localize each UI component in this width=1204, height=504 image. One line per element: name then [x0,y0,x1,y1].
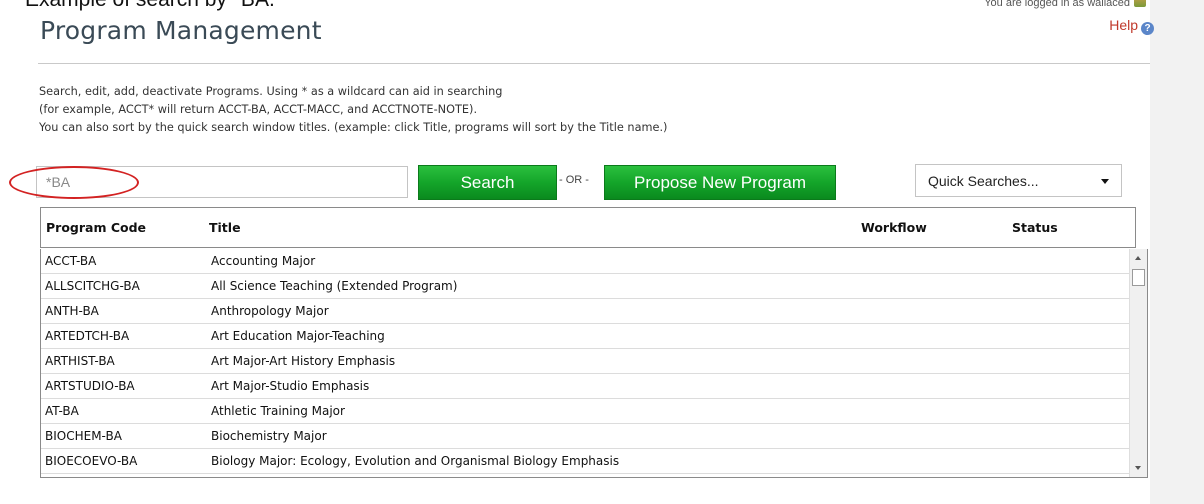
description-line-2: (for example, ACCT* will return ACCT-BA,… [39,103,478,116]
page-description: Search, edit, add, deactivate Programs. … [39,83,667,137]
table-scrollbar[interactable] [1129,249,1147,477]
column-header-workflow[interactable]: Workflow [861,220,927,235]
page-title: Program Management [40,16,322,45]
page-gutter [1150,0,1204,504]
program-title-cell: Art Major-Studio Emphasis [211,379,370,393]
propose-new-program-button[interactable]: Propose New Program [604,165,836,200]
table-row[interactable]: ACCT-BA Accounting Major [41,249,1129,274]
program-title-cell: Art Major-Art History Emphasis [211,354,396,368]
table-row[interactable]: BIOECOEVO-BA Biology Major: Ecology, Evo… [41,449,1129,474]
program-code-cell: ALLSCITCHG-BA [45,279,140,293]
scroll-down-icon[interactable] [1135,466,1141,470]
scroll-up-icon[interactable] [1135,256,1141,260]
program-code-cell: ANTH-BA [45,304,99,318]
table-row[interactable]: ARTSTUDIO-BA Art Major-Studio Emphasis [41,374,1129,399]
user-icon [1134,0,1146,7]
program-title-cell: Biochemistry Major [211,429,327,443]
program-code-cell: ARTEDTCH-BA [45,329,130,343]
column-header-title[interactable]: Title [209,220,241,235]
program-title-cell: Athletic Training Major [211,404,345,418]
help-link[interactable]: Help? [1109,17,1154,35]
program-title-cell: Accounting Major [211,254,316,268]
description-line-1: Search, edit, add, deactivate Programs. … [39,85,503,98]
results-table: ACCT-BA Accounting Major ALLSCITCHG-BA A… [40,249,1148,478]
description-line-3: You can also sort by the quick search wi… [39,121,668,134]
program-code-cell: BIOCHEM-BA [45,429,122,443]
table-row[interactable]: ANTH-BA Anthropology Major [41,299,1129,324]
search-button[interactable]: Search [418,165,557,200]
login-status: You are logged in as wallaced [984,0,1146,9]
annotation-caption: Example of search by *BA. [25,0,275,12]
chevron-down-icon [1101,179,1109,184]
table-row[interactable]: AT-BA Athletic Training Major [41,399,1129,424]
help-label: Help [1109,17,1138,33]
program-code-cell: BIOECOEVO-BA [45,454,138,468]
quick-searches-select[interactable]: Quick Searches... [915,164,1122,197]
table-row[interactable]: ALLSCITCHG-BA All Science Teaching (Exte… [41,274,1129,299]
scrollbar-thumb[interactable] [1132,269,1145,286]
quick-searches-label: Quick Searches... [928,172,1039,189]
login-text: You are logged in as wallaced [984,0,1130,9]
table-row[interactable]: ARTHIST-BA Art Major-Art History Emphasi… [41,349,1129,374]
program-title-cell: Anthropology Major [211,304,329,318]
or-separator: - OR - [559,174,589,186]
table-row[interactable]: ARTEDTCH-BA Art Education Major-Teaching [41,324,1129,349]
program-code-cell: ARTSTUDIO-BA [45,379,135,393]
program-code-cell: ACCT-BA [45,254,97,268]
table-header: Program Code Title Workflow Status [40,207,1136,248]
program-title-cell: All Science Teaching (Extended Program) [211,279,458,293]
program-title-cell: Biology Major: Ecology, Evolution and Or… [211,454,620,468]
program-code-cell: ARTHIST-BA [45,354,115,368]
program-title-cell: Art Education Major-Teaching [211,329,385,343]
column-header-status[interactable]: Status [1012,220,1058,235]
help-circle-icon: ? [1141,22,1154,35]
column-header-program-code[interactable]: Program Code [46,220,146,235]
table-row[interactable]: BIOCHEM-BA Biochemistry Major [41,424,1129,449]
search-input[interactable] [36,166,408,198]
title-divider [38,63,1150,64]
program-code-cell: AT-BA [45,404,79,418]
